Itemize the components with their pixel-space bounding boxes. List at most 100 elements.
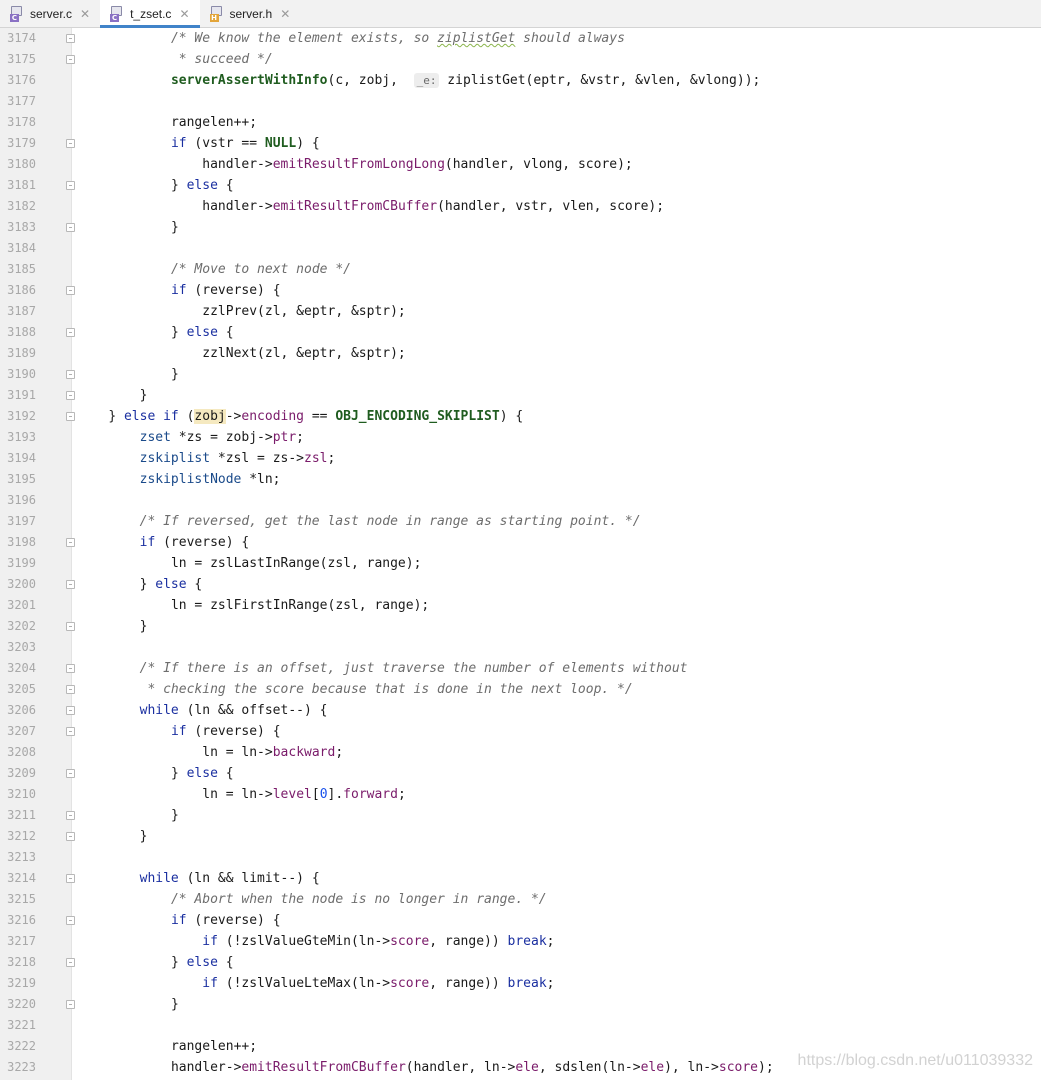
code-line[interactable]: 3187 zzlPrev(zl, &eptr, &sptr);	[0, 301, 1041, 322]
code-line[interactable]: 3208 ln = ln->backward;	[0, 742, 1041, 763]
code-line[interactable]: 3215 /* Abort when the node is no longer …	[0, 889, 1041, 910]
code-editor[interactable]: 3174 /* We know the element exists, so zi…	[0, 28, 1041, 1080]
code-line[interactable]: 3203	[0, 637, 1041, 658]
code-line[interactable]: 3199 ln = zslLastInRange(zsl, range);	[0, 553, 1041, 574]
code-line[interactable]: 3196	[0, 490, 1041, 511]
code-token: ==	[304, 409, 336, 424]
code-line[interactable]: 3180 handler->emitResultFromLongLong(hand…	[0, 154, 1041, 175]
code-token: (vstr ==	[186, 136, 265, 151]
code-line[interactable]: 3179 if (vstr == NULL) {	[0, 133, 1041, 154]
code-line[interactable]: 3175 * succeed */	[0, 49, 1041, 70]
code-line[interactable]: 3176 serverAssertWithInfo(c, zobj, _e: zi…	[0, 70, 1041, 91]
code-line[interactable]: 3195 zskiplistNode *ln;	[0, 469, 1041, 490]
fold-icon[interactable]	[66, 412, 75, 421]
code-line[interactable]: 3174 /* We know the element exists, so zi…	[0, 28, 1041, 49]
code-token: }	[139, 388, 148, 403]
code-line[interactable]: 3207 if (reverse) {	[0, 721, 1041, 742]
fold-icon[interactable]	[66, 685, 75, 694]
fold-icon[interactable]	[66, 580, 75, 589]
code-text: zzlPrev(zl, &eptr, &sptr);	[202, 301, 406, 322]
code-line[interactable]: 3189 zzlNext(zl, &eptr, &sptr);	[0, 343, 1041, 364]
fold-icon[interactable]	[66, 769, 75, 778]
code-line[interactable]: 3192} else if (zobj->encoding == OBJ_ENC…	[0, 406, 1041, 427]
code-line[interactable]: 3220}	[0, 994, 1041, 1015]
code-token: ;	[335, 745, 344, 760]
code-line[interactable]: 3194 zskiplist *zsl = zs->zsl;	[0, 448, 1041, 469]
fold-icon[interactable]	[66, 706, 75, 715]
line-number: 3190	[7, 367, 36, 381]
code-token: [	[311, 787, 320, 802]
code-line[interactable]: 3221	[0, 1015, 1041, 1036]
code-token: encoding	[241, 409, 305, 424]
close-icon[interactable]: ✕	[80, 7, 90, 21]
code-line[interactable]: 3219 if (!zslValueLteMax(ln->score, range…	[0, 973, 1041, 994]
code-line[interactable]: 3202}	[0, 616, 1041, 637]
code-line[interactable]: 3212}	[0, 826, 1041, 847]
tab-t-zset-c[interactable]: Ct_zset.c ✕	[100, 0, 200, 28]
code-line[interactable]: 3183}	[0, 217, 1041, 238]
code-line[interactable]: 3185 /* Move to next node */	[0, 259, 1041, 280]
code-line[interactable]: 3191}	[0, 385, 1041, 406]
fold-icon[interactable]	[66, 832, 75, 841]
code-line[interactable]: 3206 while (ln && offset--) {	[0, 700, 1041, 721]
fold-icon[interactable]	[66, 391, 75, 400]
fold-icon[interactable]	[66, 139, 75, 148]
line-number: 3215	[7, 892, 36, 906]
line-number: 3204	[7, 661, 36, 675]
code-line[interactable]: 3213	[0, 847, 1041, 868]
parameter-hint: _e:	[413, 73, 440, 88]
code-line[interactable]: 3193 zset *zs = zobj->ptr;	[0, 427, 1041, 448]
code-line[interactable]: 3198 if (reverse) {	[0, 532, 1041, 553]
tab-server-c[interactable]: Cserver.c ✕	[0, 0, 100, 27]
code-token: * checking the score because that is don…	[139, 682, 633, 697]
line-number: 3189	[7, 346, 36, 360]
fold-icon[interactable]	[66, 181, 75, 190]
code-text: zzlNext(zl, &eptr, &sptr);	[202, 343, 406, 364]
code-line[interactable]: 3211}	[0, 805, 1041, 826]
code-line[interactable]: 3200} else {	[0, 574, 1041, 595]
code-line[interactable]: 3201 ln = zslFirstInRange(zsl, range);	[0, 595, 1041, 616]
code-token: (	[178, 409, 195, 424]
code-line[interactable]: 3181} else {	[0, 175, 1041, 196]
fold-icon[interactable]	[66, 811, 75, 820]
fold-icon[interactable]	[66, 34, 75, 43]
code-line[interactable]: 3186 if (reverse) {	[0, 280, 1041, 301]
fold-icon[interactable]	[66, 1000, 75, 1009]
code-token: zobj	[194, 409, 226, 424]
code-line[interactable]: 3177	[0, 91, 1041, 112]
code-line[interactable]: 3178 rangelen++;	[0, 112, 1041, 133]
fold-icon[interactable]	[66, 874, 75, 883]
fold-icon[interactable]	[66, 916, 75, 925]
fold-icon[interactable]	[66, 538, 75, 547]
code-text: if (reverse) {	[171, 721, 281, 742]
code-line[interactable]: 3214 while (ln && limit--) {	[0, 868, 1041, 889]
line-number: 3181	[7, 178, 36, 192]
fold-icon[interactable]	[66, 727, 75, 736]
code-line[interactable]: 3210 ln = ln->level[0].forward;	[0, 784, 1041, 805]
code-line[interactable]: 3209} else {	[0, 763, 1041, 784]
fold-icon[interactable]	[66, 370, 75, 379]
code-line[interactable]: 3197 /* If reversed, get the last node in…	[0, 511, 1041, 532]
fold-icon[interactable]	[66, 286, 75, 295]
code-line[interactable]: 3218} else {	[0, 952, 1041, 973]
fold-icon[interactable]	[66, 328, 75, 337]
code-line[interactable]: 3217 if (!zslValueGteMin(ln->score, range…	[0, 931, 1041, 952]
code-line[interactable]: 3216 if (reverse) {	[0, 910, 1041, 931]
code-text: * checking the score because that is don…	[139, 679, 633, 700]
fold-icon[interactable]	[66, 223, 75, 232]
close-icon[interactable]: ✕	[280, 7, 290, 21]
code-token: {	[217, 325, 234, 340]
code-line[interactable]: 3188} else {	[0, 322, 1041, 343]
code-line[interactable]: 3204 /* If there is an offset, just trave…	[0, 658, 1041, 679]
code-line[interactable]: 3182 handler->emitResultFromCBuffer(handl…	[0, 196, 1041, 217]
fold-icon[interactable]	[66, 958, 75, 967]
fold-icon[interactable]	[66, 55, 75, 64]
code-text: /* Move to next node */	[171, 259, 351, 280]
fold-icon[interactable]	[66, 622, 75, 631]
code-line[interactable]: 3190}	[0, 364, 1041, 385]
code-line[interactable]: 3205 * checking the score because that i…	[0, 679, 1041, 700]
fold-icon[interactable]	[66, 664, 75, 673]
close-icon[interactable]: ✕	[179, 7, 189, 21]
code-line[interactable]: 3184	[0, 238, 1041, 259]
tab-server-h[interactable]: Hserver.h ✕	[200, 0, 301, 27]
